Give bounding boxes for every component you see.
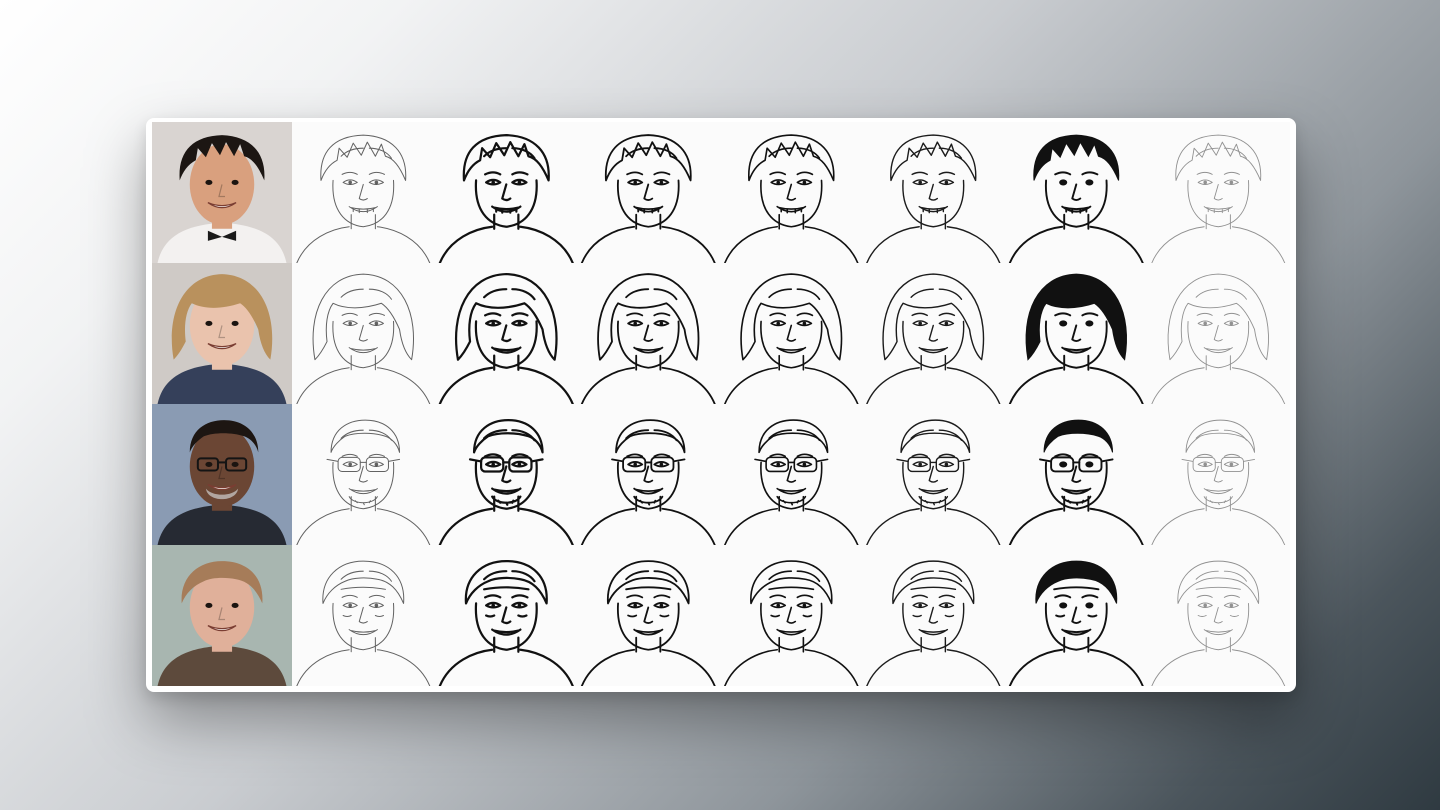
line-drawing: [296, 273, 431, 404]
sketch-boy-style-6: [1004, 122, 1148, 263]
portrait-photo: [152, 545, 292, 686]
line-drawing: [296, 419, 431, 545]
line-drawing: [1151, 560, 1286, 686]
portrait-photo: [152, 263, 292, 404]
sketch-girl-style-2: [434, 263, 578, 404]
line-drawing: [866, 273, 1001, 404]
line-drawing: [296, 134, 431, 263]
sketch-man-glasses-style-5: [862, 404, 1005, 545]
sketch-man-glasses-style-2: [434, 404, 578, 545]
line-drawing: [866, 560, 1001, 686]
line-drawing: [581, 419, 716, 545]
sketch-boy-style-2: [434, 122, 578, 263]
sketch-man-glasses-style-3: [577, 404, 720, 545]
sketch-boy-style-4: [719, 122, 863, 263]
sketch-older-man-style-1: [292, 545, 435, 686]
sketch-man-glasses-style-1: [292, 404, 435, 545]
sketch-girl-style-6: [1004, 263, 1148, 404]
photo-older-man: [152, 545, 292, 686]
line-drawing: [723, 560, 859, 686]
line-drawing: [723, 419, 859, 545]
sketch-boy-style-5: [862, 122, 1005, 263]
line-drawing: [581, 134, 716, 263]
sketch-older-man-style-6: [1004, 545, 1148, 686]
line-drawing: [438, 133, 574, 263]
sketch-man-glasses-style-7: [1147, 404, 1290, 545]
line-drawing: [1008, 134, 1144, 263]
sketch-man-glasses-style-6: [1004, 404, 1148, 545]
sketch-older-man-style-3: [577, 545, 720, 686]
sketch-girl-style-7: [1147, 263, 1290, 404]
sketch-older-man-style-2: [434, 545, 578, 686]
line-drawing: [438, 272, 574, 404]
sketch-older-man-style-7: [1147, 545, 1290, 686]
sketch-boy-style-3: [577, 122, 720, 263]
sketch-girl-style-5: [862, 263, 1005, 404]
sketch-older-man-style-5: [862, 545, 1005, 686]
line-drawing: [581, 273, 716, 404]
line-drawing: [1008, 560, 1144, 686]
sketch-older-man-style-4: [719, 545, 863, 686]
portrait-sketch-grid: [152, 122, 1290, 686]
line-drawing: [1151, 273, 1286, 404]
line-drawing: [723, 134, 859, 263]
photo-girl: [152, 263, 292, 404]
line-drawing: [581, 560, 716, 686]
line-drawing: [723, 273, 859, 404]
line-drawing: [1008, 273, 1144, 404]
line-drawing: [438, 419, 574, 545]
sketch-boy-style-7: [1147, 122, 1290, 263]
sketch-girl-style-4: [719, 263, 863, 404]
sketch-boy-style-1: [292, 122, 435, 263]
line-drawing: [438, 560, 574, 686]
line-drawing: [1008, 419, 1144, 545]
portrait-photo: [152, 404, 292, 545]
line-drawing: [1151, 419, 1286, 545]
sketch-girl-style-1: [292, 263, 435, 404]
line-drawing: [1151, 134, 1286, 263]
sketch-man-glasses-style-4: [719, 404, 863, 545]
line-drawing: [866, 134, 1001, 263]
line-drawing: [866, 419, 1001, 545]
line-drawing: [296, 560, 431, 686]
portrait-photo: [152, 122, 292, 263]
photo-man-glasses: [152, 404, 292, 545]
photo-boy: [152, 122, 292, 263]
sketch-girl-style-3: [577, 263, 720, 404]
comparison-card: [146, 118, 1296, 692]
